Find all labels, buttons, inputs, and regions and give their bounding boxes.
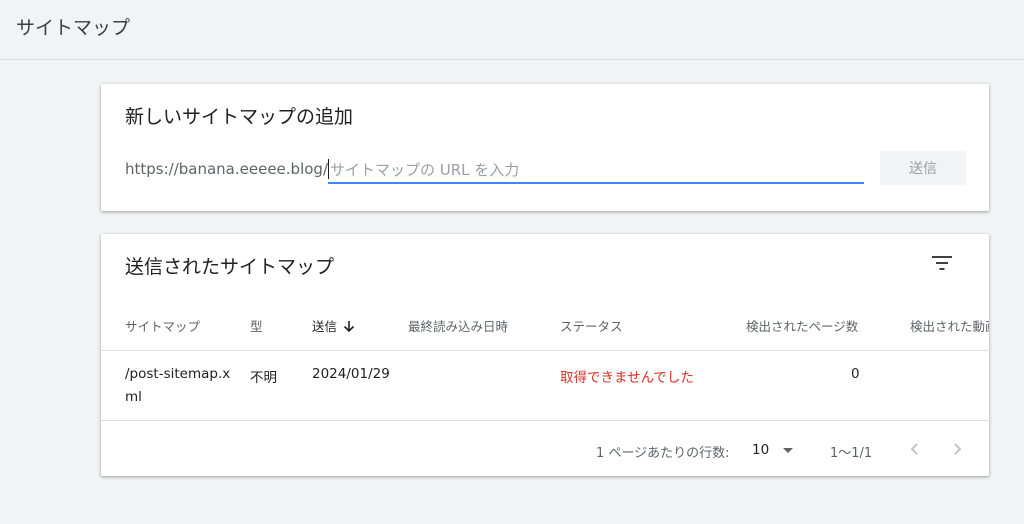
cell-sitemap-line2[interactable]: ml [125, 389, 142, 405]
add-sitemap-card: 新しいサイトマップの追加 https://banana.eeeee.blog/ … [101, 84, 989, 211]
submit-button[interactable]: 送信 [880, 151, 966, 185]
chevron-right-icon [954, 443, 962, 455]
arrow-downward-icon [343, 320, 355, 336]
rows-per-page-label: 1 ページあたりの行数: [596, 446, 730, 461]
dropdown-arrow-icon [783, 448, 793, 453]
sitemap-url-input[interactable] [328, 154, 864, 184]
cell-submitted: 2024/01/29 [312, 366, 390, 382]
pagination-range: 1〜1/1 [830, 446, 873, 461]
filter-list-icon[interactable] [931, 254, 953, 272]
text-caret [328, 159, 329, 179]
submitted-sitemaps-card: 送信されたサイトマップ サイトマップ 型 送信 最終読み込み日時 ステータス 検… [101, 234, 989, 476]
submitted-sitemaps-title: 送信されたサイトマップ [125, 256, 335, 278]
column-header-status[interactable]: ステータス [560, 316, 623, 335]
column-header-last-read[interactable]: 最終読み込み日時 [408, 316, 508, 335]
rows-per-page-value: 10 [752, 442, 770, 458]
column-header-sitemap[interactable]: サイトマップ [125, 316, 200, 335]
cell-status: 取得できませんでした [560, 370, 694, 386]
column-header-submitted[interactable]: 送信 [312, 316, 355, 336]
cell-pages-found: 0 [851, 366, 860, 382]
rows-per-page-select[interactable]: 10 [751, 437, 799, 463]
row-divider [101, 420, 989, 421]
cell-sitemap-line1[interactable]: /post-sitemap.x [125, 366, 230, 382]
previous-page-button[interactable] [903, 437, 927, 461]
page-title: サイトマップ [16, 17, 131, 39]
cell-type: 不明 [250, 370, 277, 386]
column-header-submitted-label: 送信 [312, 319, 338, 334]
column-header-type[interactable]: 型 [250, 316, 263, 335]
chevron-left-icon [910, 443, 918, 455]
column-header-videos-found[interactable]: 検出された動画 [910, 316, 989, 335]
header-divider [101, 350, 989, 351]
column-header-pages-found[interactable]: 検出されたページ数 [746, 316, 858, 335]
page-header: サイトマップ [0, 0, 1024, 60]
next-page-button[interactable] [945, 437, 969, 461]
add-sitemap-title: 新しいサイトマップの追加 [125, 106, 354, 128]
url-prefix: https://banana.eeeee.blog/ [125, 160, 328, 178]
